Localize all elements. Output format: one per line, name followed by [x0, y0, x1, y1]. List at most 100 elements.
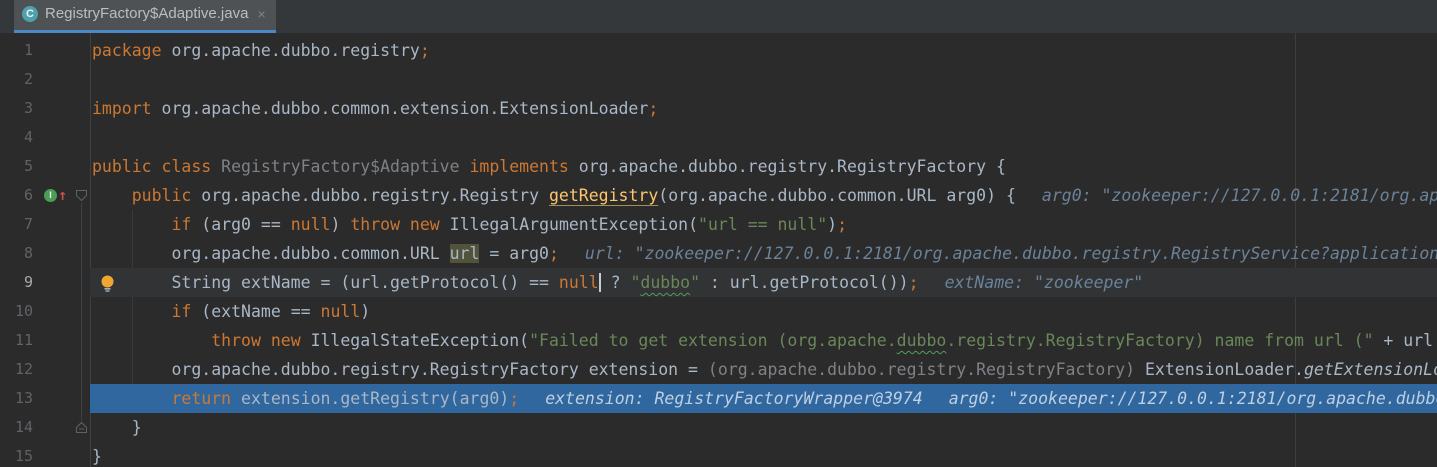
code-token: ) [330, 215, 350, 234]
tab-close-icon[interactable]: × [257, 7, 265, 21]
code-token: throw new [211, 331, 310, 350]
editor-tab-bar: C RegistryFactory$Adaptive.java × [0, 0, 1437, 33]
code-token: ; [909, 273, 919, 292]
code-token: org.apache.dubbo.registry.RegistryFactor… [92, 360, 708, 379]
code-token: throw new [350, 215, 449, 234]
code-line: 6I↑ public org.apache.dubbo.registry.Reg… [0, 181, 1437, 210]
code-token: " [690, 273, 700, 292]
code-token: "Failed to get extension (org.apache. [529, 331, 897, 350]
code-line: 2 [0, 65, 1437, 94]
code-token: ; [509, 389, 519, 408]
code-line: 3 import org.apache.dubbo.common.extensio… [0, 94, 1437, 123]
gutter-icons [42, 210, 72, 239]
code-text-area[interactable]: return extension.getRegistry(arg0);exten… [90, 384, 1437, 413]
line-number[interactable]: 5 [0, 152, 42, 181]
tab-registryfactory-adaptive[interactable]: C RegistryFactory$Adaptive.java × [14, 0, 276, 33]
code-text-area[interactable]: } [90, 413, 1437, 442]
code-token: ) [827, 215, 837, 234]
tab-title: RegistryFactory$Adaptive.java [45, 5, 248, 22]
code-text-area[interactable]: import org.apache.dubbo.common.extension… [90, 94, 1437, 123]
code-token: (org.apache.dubbo.common.URL arg0) { [658, 186, 1016, 205]
line-number[interactable]: 2 [0, 65, 42, 94]
code-token: } [92, 418, 142, 437]
fold-column [72, 297, 90, 326]
code-token: (arg0 == [201, 215, 290, 234]
line-number[interactable]: 1 [0, 36, 42, 65]
code-token: dubbo [897, 331, 947, 350]
code-text-area[interactable]: org.apache.dubbo.registry.RegistryFactor… [90, 355, 1437, 384]
code-token: null [559, 273, 599, 292]
debug-inline-hint: arg0: "zookeeper://127.0.0.1:2181/org.ap… [949, 389, 1437, 408]
fold-column [72, 36, 90, 65]
code-token: ; [837, 215, 847, 234]
code-token: null [291, 215, 331, 234]
line-number[interactable]: 9 [0, 268, 42, 297]
code-token: ? [601, 273, 631, 292]
code-token: " [630, 273, 640, 292]
code-text-area[interactable] [90, 65, 1437, 94]
highlighted-identifier: url [450, 244, 480, 263]
debug-inline-hint: arg0: "zookeeper://127.0.0.1:2181/org.ap… [1042, 186, 1437, 205]
code-token: org.apache.dubbo.common.extension.Extens… [162, 99, 649, 118]
code-token: ) [360, 302, 370, 321]
code-line: 12 org.apache.dubbo.registry.RegistryFac… [0, 355, 1437, 384]
fold-column [72, 152, 90, 181]
code-token [92, 186, 132, 205]
code-token: public class [92, 157, 221, 176]
line-number[interactable]: 10 [0, 297, 42, 326]
line-number[interactable]: 4 [0, 123, 42, 152]
fold-marker-down[interactable] [72, 181, 90, 210]
code-text-area[interactable]: package org.apache.dubbo.registry; [90, 36, 1437, 65]
code-text-area[interactable]: public org.apache.dubbo.registry.Registr… [90, 181, 1437, 210]
code-text-area[interactable]: String extName = (url.getProtocol() == n… [90, 268, 1437, 297]
code-token: ; [420, 41, 430, 60]
code-token: implements [470, 157, 579, 176]
code-text-area[interactable]: throw new IllegalStateException("Failed … [90, 326, 1437, 355]
gutter-icons [42, 413, 72, 442]
code-text-area[interactable]: org.apache.dubbo.common.URL url = arg0;u… [90, 239, 1437, 268]
code-token: dubbo [640, 273, 690, 292]
code-token: return [171, 389, 241, 408]
code-lines: 1 package org.apache.dubbo.registry; 23 imp… [0, 36, 1437, 467]
code-text-area[interactable]: public class RegistryFactory$Adaptive im… [90, 152, 1437, 181]
line-number[interactable]: 14 [0, 413, 42, 442]
code-token: org.apache.dubbo.registry.RegistryFactor… [579, 157, 1006, 176]
code-token: package [92, 41, 171, 60]
line-number[interactable]: 7 [0, 210, 42, 239]
debug-inline-hint: url: "zookeeper://127.0.0.1:2181/org.apa… [585, 244, 1437, 263]
code-token: org.apache.dubbo.registry [171, 41, 419, 60]
code-text-area[interactable]: if (extName == null) [90, 297, 1437, 326]
implements-icon[interactable]: I [44, 189, 57, 202]
fold-marker-up[interactable] [72, 413, 90, 442]
code-token: : url.getProtocol()) [700, 273, 909, 292]
code-line: 7 if (arg0 == null) throw new IllegalArg… [0, 210, 1437, 239]
code-text-area[interactable] [90, 123, 1437, 152]
line-number[interactable]: 15 [0, 442, 42, 467]
line-number[interactable]: 11 [0, 326, 42, 355]
code-token: = arg0 [479, 244, 549, 263]
gutter-icons: I↑ [42, 181, 72, 210]
fold-column [72, 326, 90, 355]
line-number[interactable]: 6 [0, 181, 42, 210]
code-token: import [92, 99, 162, 118]
code-token: (org.apache.dubbo.registry.RegistryFacto… [708, 360, 1135, 379]
code-line: 15} [0, 442, 1437, 467]
code-line: 11 throw new IllegalStateException("Fail… [0, 326, 1437, 355]
code-text-area[interactable]: } [90, 442, 1437, 467]
gutter-icons [42, 355, 72, 384]
line-number[interactable]: 3 [0, 94, 42, 123]
code-text-area[interactable]: if (arg0 == null) throw new IllegalArgum… [90, 210, 1437, 239]
code-token [92, 302, 171, 321]
gutter-icons [42, 94, 72, 123]
line-number[interactable]: 13 [0, 384, 42, 413]
nav-up-arrow-icon[interactable]: ↑ [58, 189, 67, 202]
debug-inline-hint: extName: "zookeeper" [945, 273, 1144, 292]
code-token: } [92, 447, 102, 466]
code-token: IllegalStateException( [311, 331, 530, 350]
code-token: extension.getRegistry(arg0) [241, 389, 509, 408]
code-token [460, 157, 470, 176]
line-number[interactable]: 12 [0, 355, 42, 384]
fold-column [72, 210, 90, 239]
line-number[interactable]: 8 [0, 239, 42, 268]
code-token: "url == null" [698, 215, 827, 234]
